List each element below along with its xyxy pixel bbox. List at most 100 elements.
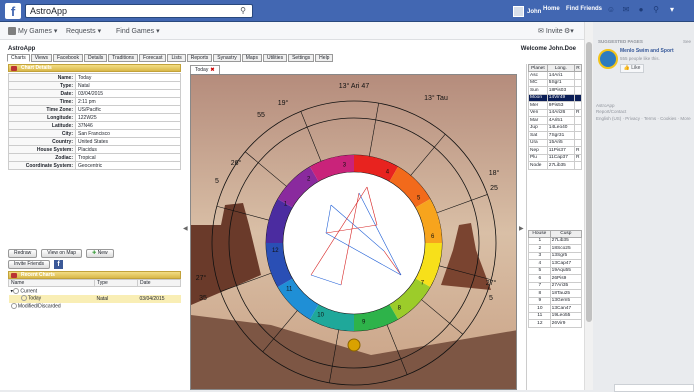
planet-row[interactable]: Mer 9Pis53 <box>528 101 583 110</box>
house-row[interactable]: 3 13Sgr5 <box>528 251 583 260</box>
col-date[interactable]: Date <box>137 279 181 287</box>
planet-row[interactable]: Jup 14Leo40 <box>528 123 583 132</box>
see-all-link[interactable]: See <box>683 39 691 44</box>
invite-button[interactable]: ✉ Invite <box>538 27 563 36</box>
find-games-menu[interactable]: Find Games ▾ <box>116 27 160 36</box>
house-row[interactable]: 2 18Sco25 <box>528 244 583 253</box>
tab-details[interactable]: Details <box>83 54 108 62</box>
natal-chart-wheel[interactable]: 1 2 3 4 5 6 7 8 9 10 11 12 13° Ari 47 13° Tau 19° 55 26… <box>190 74 517 390</box>
house-row[interactable]: 8 18Tau25 <box>528 289 583 298</box>
account-menu-icon[interactable]: ▾ <box>667 5 677 15</box>
chat-search-input[interactable] <box>614 384 694 392</box>
tab-help[interactable]: Help <box>315 54 334 62</box>
tab-charts[interactable]: Charts <box>7 54 30 62</box>
redraw-button[interactable]: Redraw <box>8 249 38 258</box>
my-games-menu[interactable]: My Games ▾ <box>8 27 57 35</box>
house-row[interactable]: 12 26Vir9 <box>528 319 583 328</box>
tree-modified[interactable]: Modified/Discarded <box>9 303 181 311</box>
messages-icon[interactable]: ✉ <box>621 5 631 15</box>
tab-utilities[interactable]: Utilities <box>262 54 288 62</box>
settings-gear-icon[interactable]: ⚙▾ <box>564 27 574 35</box>
chart-svg: 123456789101112 13° Ari 4713° Tau19°5526… <box>191 75 516 389</box>
suggested-page-name[interactable]: Menlo Swim and Sport <box>620 48 674 54</box>
house-number: 10 <box>528 304 551 313</box>
house-row[interactable]: 10 13Can47 <box>528 304 583 313</box>
planet-row[interactable]: MC 5Sgr1 <box>528 78 583 87</box>
main-scrollbar[interactable] <box>584 22 593 390</box>
col-retro[interactable]: R <box>573 64 583 72</box>
col-type[interactable]: Type <box>94 279 138 287</box>
chart-details-table: Name: Today Type: Natal Date: 03/04/2015 Time:… <box>8 73 181 170</box>
collapse-right-arrow[interactable]: ▶ <box>519 225 524 232</box>
tab-views[interactable]: Views <box>30 54 52 62</box>
tab-settings[interactable]: Settings <box>288 54 315 62</box>
col-house[interactable]: House <box>528 229 551 238</box>
detail-label: City: <box>8 129 76 138</box>
house-row[interactable]: 9 13Gem5 <box>528 296 583 305</box>
house-row[interactable]: 7 27Ari35 <box>528 281 583 290</box>
planet-row[interactable]: Ven 14Ari26 R <box>528 108 583 117</box>
today-type: Natal <box>94 294 138 303</box>
invite-friends-button[interactable]: Invite Friends <box>8 260 51 269</box>
planet-row[interactable]: Asc 14Ari1 <box>528 71 583 80</box>
col-long[interactable]: Long. <box>546 64 575 72</box>
find-friends-link[interactable]: Find Friends <box>566 6 602 12</box>
scrollbar-thumb[interactable] <box>586 42 592 322</box>
planet-row[interactable]: Nep 11Pis37 R <box>528 146 583 155</box>
planet-row[interactable]: Moon 14Vir49 <box>528 93 583 102</box>
house-row[interactable]: 4 13Cap47 <box>528 259 583 268</box>
detail-value: 03/04/2015 <box>75 89 181 98</box>
recent-chart-row[interactable]: Today Natal 03/04/2015 <box>8 294 181 303</box>
col-name[interactable]: Name <box>8 279 95 287</box>
tab-reports[interactable]: Reports <box>186 54 213 62</box>
page-thumbnail[interactable] <box>598 49 618 69</box>
tab-forecast[interactable]: Forecast <box>139 54 167 62</box>
planet-row[interactable]: Mar 4Ari51 <box>528 116 583 125</box>
tab-facebook[interactable]: Facebook <box>52 54 83 62</box>
tree-current[interactable]: ▾ Current <box>9 287 181 295</box>
tab-synastry[interactable]: Synastry <box>213 54 241 62</box>
col-cusp[interactable]: Cusp <box>549 229 583 238</box>
chevron-down-icon: ▾ <box>53 28 58 35</box>
search-icon[interactable]: ⚲ <box>240 6 246 15</box>
planet-row[interactable]: Sat 7Sgr31 <box>528 131 583 140</box>
planet-positions-table: Planet Long. R Asc 14Ari1 MC 5Sgr1 Sun 18Pis0… <box>528 64 583 170</box>
recent-charts-header[interactable]: Recent Charts <box>8 271 181 279</box>
detail-value: 122W25 <box>75 113 181 122</box>
profile-link[interactable]: John <box>513 6 541 17</box>
house-row[interactable]: 6 26Pis9 <box>528 274 583 283</box>
planet-row[interactable]: Sun 18Pis03 <box>528 86 583 95</box>
view-on-map-button[interactable]: View on Map <box>41 249 83 258</box>
facebook-logo-icon[interactable]: f <box>5 3 21 19</box>
like-button[interactable]: 👍 Like <box>620 64 644 73</box>
house-row[interactable]: 11 19Leo55 <box>528 311 583 320</box>
privacy-icon[interactable]: ⚲ <box>651 5 661 15</box>
tab-lists[interactable]: Lists <box>167 54 186 62</box>
tab-today[interactable]: Today ✖ <box>190 65 220 74</box>
house-row[interactable]: 1 27Lib35 <box>528 236 583 245</box>
facebook-share-icon[interactable]: f <box>54 260 64 269</box>
house-number-label: 10 <box>317 313 324 319</box>
chart-details-header[interactable]: Chart Details <box>8 64 181 72</box>
close-icon[interactable]: ✖ <box>210 66 214 74</box>
home-link[interactable]: Home <box>543 6 560 12</box>
search-input[interactable]: AstroApp ⚲ <box>25 4 253 18</box>
col-planet[interactable]: Planet <box>528 64 548 72</box>
tab-maps[interactable]: Maps <box>241 54 262 62</box>
tab-traditions[interactable]: Traditions <box>108 54 139 62</box>
planet-name: Sat <box>528 131 548 140</box>
notifications-icon[interactable]: ● <box>636 5 646 15</box>
planet-row[interactable]: Ura 15Ari5 <box>528 138 583 147</box>
planet-row[interactable]: Plu 11Cap37 R <box>528 153 583 162</box>
footer-links[interactable]: English (US) · Privacy · Terms · Cookies… <box>596 116 691 121</box>
app-name-link[interactable]: AstroApp <box>596 103 615 108</box>
planet-retro <box>573 131 583 140</box>
report-contact-link[interactable]: Report/Contact <box>596 109 626 114</box>
planet-row[interactable]: Node 27Lib35 <box>528 161 583 170</box>
house-row[interactable]: 5 19Aqu55 <box>528 266 583 275</box>
friend-requests-icon[interactable]: ☺ <box>606 5 616 15</box>
requests-menu[interactable]: Requests ▾ <box>66 27 101 36</box>
new-chart-button[interactable]: ✚ New <box>86 249 114 258</box>
invite-label: Invite <box>545 27 563 35</box>
collapse-left-arrow[interactable]: ◀ <box>183 225 188 232</box>
